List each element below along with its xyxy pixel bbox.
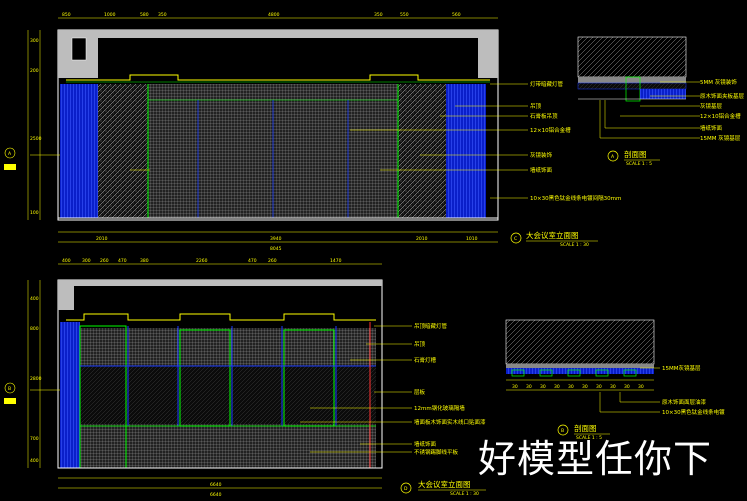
b-top-dim-5: 380 [140,258,149,264]
bar-dim-8: 30 [610,384,616,390]
section-label-2: 原木饰面夹板基层 [700,92,745,100]
b-label-4: 层板 [414,388,426,396]
label-7: 10×30黑色钛金线条电镀间隔30mm [530,194,621,202]
bar-dim-4: 30 [554,384,560,390]
overall-dim: 8045 [270,246,282,252]
bar-dim-3: 30 [540,384,546,390]
bottom-elevation-title-text: 大会议室立面图 [418,479,471,489]
b-top-dim-7: 470 [248,258,257,264]
b-top-dim-8: 260 [268,258,277,264]
b-section-label-1: 15MM灰镜基层 [662,364,701,372]
b-label-3: 石膏灯槽 [414,356,437,364]
bottom-title-no: D [404,486,408,492]
top-elevation-title: C 大会议室立面图 SCALE 1 : 30 [510,230,598,248]
top-dim-2: 1000 [104,12,116,18]
bar-dim-6: 30 [582,384,588,390]
top-dim-7: 550 [400,12,409,18]
section-label-3: 灰镜基层 [700,102,723,110]
b-label-2: 吊顶 [414,341,426,348]
marker-b-no: B [8,386,11,392]
b-section-label-2: 原木饰面面层油漆 [662,398,707,406]
bar-dim-7: 30 [596,384,602,390]
top-section-title: 剖面图 [624,149,647,159]
b-top-dim-1: 400 [62,258,71,264]
top-dim-6: 350 [374,12,383,18]
label-5: 灰镜装饰 [530,151,553,159]
label-1: 灯带暗藏灯管 [530,80,564,88]
bottom-dim-2: 3940 [270,236,282,242]
b-label-5: 12mm钢化玻璃隔墙 [414,404,465,412]
label-2: 吊顶 [530,103,542,110]
b-left-dim-2: 800 [30,326,39,332]
b-left-dim-3: 2800 [30,376,42,382]
left-dim-1: 300 [30,38,39,44]
left-dim-2: 200 [30,68,39,74]
bottom-dim-3: 2010 [416,236,428,242]
bottom-dim-1: 2010 [96,236,108,242]
watermark-text: 好模型任你下 [478,437,713,481]
top-elevation-scale: SCALE 1 : 30 [560,242,589,248]
bottom-dim-4: 1010 [466,236,478,242]
top-section-scale: SCALE 1 : 5 [626,161,652,167]
bottom-elevation [27,263,412,489]
b-top-dim-6: 2260 [196,258,208,264]
top-title-no: C [514,236,517,242]
section-marker-b-left: B [4,382,16,404]
b-overall-dim: 6640 [210,482,222,488]
cad-drawing-sheet: 850 1000 580 350 4800 350 550 560 2010 3… [4,12,745,498]
top-elevation [27,17,528,243]
b-label-7: 墙纸饰面 [414,440,437,448]
top-section-no: A [611,154,615,160]
section-label-6: 15MM 灰镜基层 [700,134,741,142]
section-label-4: 12×10铝合金槽 [700,112,741,120]
top-dim-1: 850 [62,12,71,18]
top-dim-5: 4800 [268,12,280,18]
left-dim-4: 100 [30,210,39,216]
b-top-dim-9: 1470 [330,258,342,264]
bottom-elevation-scale: SCALE 1 : 30 [450,491,479,497]
label-4: 12×10铝合金槽 [530,126,571,134]
b-left-dim-4: 700 [30,436,39,442]
bar-dim-2: 30 [526,384,532,390]
bar-dim-9: 30 [624,384,630,390]
left-dim-3: 2500 [30,136,42,142]
b-label-6: 墙面板木饰面实木线口贴面漆 [414,418,486,426]
b-left-dim-5: 400 [30,458,39,464]
b-top-dim-3: 260 [100,258,109,264]
top-dim-4: 350 [158,12,167,18]
b-top-dim-4: 470 [118,258,127,264]
top-section-detail: 5MM 灰镜装饰 原木饰面夹板基层 灰镜基层 12×10铝合金槽 墙纸饰面 15… [577,36,745,167]
bar-dim-10: 30 [638,384,644,390]
label-3: 石膏板吊顶 [530,112,558,120]
b-label-1: 吊顶暗藏灯管 [414,322,448,330]
bar-dim-1: 30 [512,384,518,390]
b-total-dim: 6640 [210,492,222,498]
b-section-label-3: 10×30黑色钛金线条电镀 [662,408,725,416]
bar-dim-5: 30 [568,384,574,390]
b-left-dim-1: 400 [30,296,39,302]
b-top-dim-2: 300 [82,258,91,264]
top-elevation-title-text: 大会议室立面图 [526,230,579,240]
bottom-elevation-title: D 大会议室立面图 SCALE 1 : 30 [400,479,486,497]
label-6: 墙纸饰面 [530,166,553,174]
section-marker-a-left: A [4,147,16,170]
top-dim-8: 560 [452,12,461,18]
section-label-5: 墙纸饰面 [700,124,723,132]
marker-a-no: A [8,151,12,157]
section-label-1: 5MM 灰镜装饰 [700,78,737,86]
top-dim-3: 580 [140,12,149,18]
bottom-section-detail: 30 30 30 30 30 30 30 30 30 30 15MM灰镜基层 原… [505,319,725,441]
b-label-8: 不锈钢踢脚线平板 [414,448,459,456]
